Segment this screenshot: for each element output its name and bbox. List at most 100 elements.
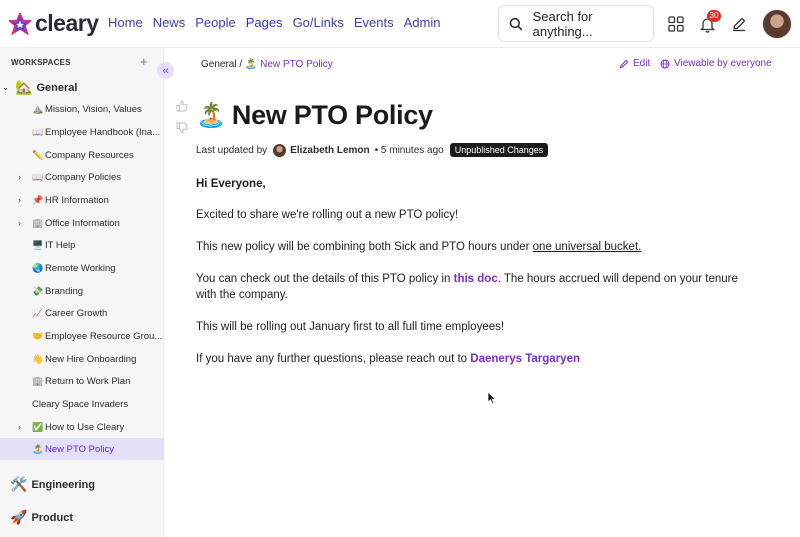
paragraph-2-text: This new policy will be combining both S… [196,241,533,253]
edit-label: Edit [633,58,651,69]
sidebar-item-it-help[interactable]: 🖥️ IT Help [0,234,164,256]
sidebar-item-remote-working[interactable]: 🌏 Remote Working [0,257,164,279]
sidebar-item-label: Office Information [45,217,120,229]
page-title: 🏝️ New PTO Policy [196,100,433,131]
breadcrumb: General / 🏝️ New PTO Policy [201,59,333,70]
workspace-label: General [36,81,78,94]
main-nav: Home News People Pages Go/Links Events A… [108,15,450,30]
nav-home[interactable]: Home [108,15,143,30]
page-title-text: New PTO Policy [231,100,433,130]
globe-icon: 🌏 [32,262,44,273]
sidebar-item-label: Cleary Space Invaders [32,398,129,410]
sidebar-item-label: Company Resources [45,149,134,161]
paragraph-3-text: You can check out the details of this PT… [196,273,454,285]
author-avatar[interactable] [273,143,287,157]
nav-golinks[interactable]: Go/Links [293,15,344,30]
sidebar-item-company-resources[interactable]: ✏️ Company Resources [0,144,164,166]
sidebar-item-handbook[interactable]: 📖 Employee Handbook (Ina... [0,121,164,143]
updated-prefix: Last updated by [196,144,268,156]
nav-admin[interactable]: Admin [404,15,441,30]
this-doc-link[interactable]: this doc [454,273,498,285]
office-building-icon: 🏢 [32,217,44,228]
checkmark-icon: ✅ [32,421,44,432]
sidebar-item-label: Remote Working [45,262,116,274]
mountain-icon: ⛰️ [32,103,44,114]
workspace-general[interactable]: ⌄ 🏡 General [0,79,77,96]
sidebar-item-how-to-use[interactable]: › ✅ How to Use Cleary [0,416,164,438]
sidebar-item-mission[interactable]: ⛰️ Mission, Vision, Values [0,98,164,120]
sidebar-item-label: How to Use Cleary [45,421,125,433]
sidebar-item-label: Mission, Vision, Values [45,103,142,115]
breadcrumb-parent[interactable]: General / [201,59,242,70]
pushpin-icon: 📌 [32,194,44,205]
sidebar: WORKSPACES + ⌄ 🏡 General ⛰️ Mission, Vis… [0,48,164,537]
greeting-text: Hi Everyone, [196,178,266,190]
computer-icon: 🖥️ [32,239,44,250]
paragraph-5: If you have any further questions, pleas… [196,351,756,367]
apps-grid-icon[interactable] [664,12,688,36]
visibility-button[interactable]: Viewable by everyone [660,58,772,69]
universal-bucket-link[interactable]: one universal bucket. [533,241,642,253]
paragraph-2: This new policy will be combining both S… [196,239,756,255]
sidebar-item-branding[interactable]: 💸 Branding [0,280,164,302]
sidebar-item-label: Company Policies [45,171,122,183]
sidebar-item-career-growth[interactable]: 📈 Career Growth [0,302,164,324]
add-workspace-button[interactable]: + [140,54,148,69]
nav-pages[interactable]: Pages [246,15,283,30]
sidebar-item-onboarding[interactable]: 👋 New Hire Onboarding [0,348,164,370]
sidebar-item-label: Employee Handbook (Ina... [45,126,161,138]
pencil-icon [619,59,629,68]
collapse-sidebar-button[interactable]: « [157,62,174,79]
user-avatar[interactable] [762,9,792,39]
sidebar-item-office-information[interactable]: › 🏢 Office Information [0,212,164,234]
sidebar-item-label: Branding [45,285,84,297]
cleary-logo-icon [9,12,31,35]
paragraph-1: Excited to share we're rolling out a new… [196,209,459,221]
sidebar-item-label: IT Help [45,239,76,251]
chevron-right-icon[interactable]: › [18,422,21,432]
sidebar-item-label: New PTO Policy [45,443,114,455]
chevron-right-icon[interactable]: › [18,195,21,205]
paragraph-5-text: If you have any further questions, pleas… [196,353,471,365]
nav-news[interactable]: News [153,15,186,30]
workspace-product[interactable]: 🚀 Product [10,509,73,526]
search-placeholder: Search for anything... [532,8,593,39]
edit-button[interactable]: Edit [619,58,650,69]
chevron-right-icon[interactable]: › [18,218,21,228]
office-building-icon: 🏢 [32,375,44,386]
greeting: Hi Everyone, [196,176,756,192]
globe-icon [660,59,670,68]
rocket-icon: 🚀 [10,509,28,525]
nav-people[interactable]: People [195,15,235,30]
thumbs-up-icon[interactable] [176,100,188,115]
island-icon: 🏝️ [196,102,226,129]
pencil-icon: ✏️ [32,149,44,160]
nav-events[interactable]: Events [354,15,394,30]
sidebar-item-company-policies[interactable]: › 📖 Company Policies [0,166,164,188]
money-icon: 💸 [32,285,44,296]
paragraph-3: You can check out the details of this PT… [196,271,756,303]
sidebar-item-erg[interactable]: 🤝 Employee Resource Grou... [0,325,164,347]
thumbs-down-icon[interactable] [176,122,188,137]
workspace-engineering[interactable]: 🛠️ Engineering [10,476,95,493]
chevron-right-icon[interactable]: › [18,172,21,182]
author-name[interactable]: Elizabeth Lemon [290,145,369,156]
contact-person-link[interactable]: Daenerys Targaryen [470,353,580,365]
top-navigation-bar: cleary Home News People Pages Go/Links E… [0,0,800,48]
search-box[interactable]: Search for anything... [498,5,654,42]
compose-pencil-icon[interactable] [727,12,751,36]
chevron-down-icon: ⌄ [2,83,9,92]
workspace-label: Product [31,511,73,524]
sidebar-item-hr-information[interactable]: › 📌 HR Information [0,189,164,211]
chart-up-icon: 📈 [32,307,44,318]
sidebar-item-space-invaders[interactable]: Cleary Space Invaders [0,393,164,415]
mouse-cursor-icon [487,391,497,405]
sidebar-item-label: Return to Work Plan [45,375,131,387]
search-icon [509,17,523,30]
sidebar-item-return-to-work[interactable]: 🏢 Return to Work Plan [0,370,164,392]
cleary-logo[interactable]: cleary [9,10,99,37]
house-icon: 🏡 [15,79,33,95]
island-icon: 🏝️ [32,443,44,454]
sidebar-item-new-pto-policy[interactable]: 🏝️ New PTO Policy [0,438,164,460]
updated-time: • 5 minutes ago [374,144,444,156]
